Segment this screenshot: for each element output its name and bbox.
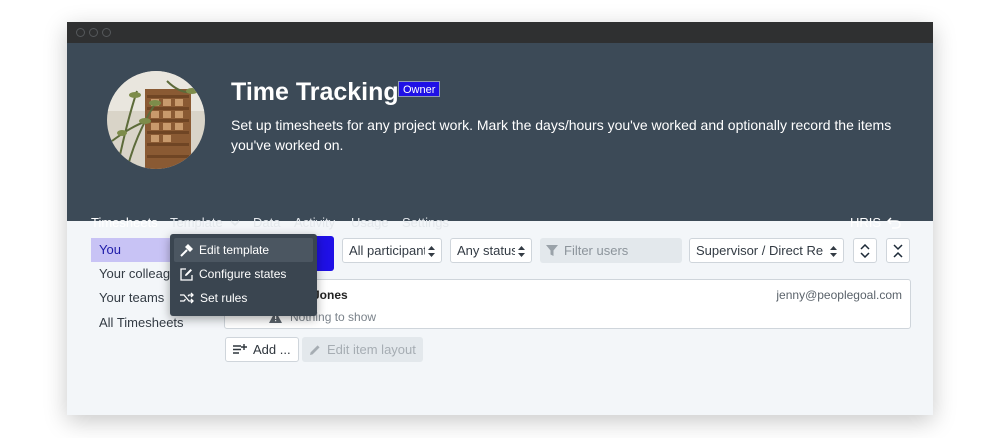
expand-all-button[interactable] bbox=[853, 238, 877, 263]
window-close-dot[interactable] bbox=[76, 28, 85, 37]
app-avatar-image bbox=[107, 71, 205, 169]
user-name: Jones bbox=[313, 288, 348, 302]
tab-template-label: Template bbox=[170, 215, 223, 230]
tab-data[interactable]: Data bbox=[253, 215, 280, 230]
select-arrows-icon bbox=[518, 246, 525, 257]
app-header: Time Tracking Owner Set up timesheets fo… bbox=[67, 43, 933, 242]
chevron-down-icon bbox=[230, 220, 240, 227]
hris-label: HRIS bbox=[849, 215, 881, 230]
user-email: jenny@peoplegoal.com bbox=[776, 288, 902, 302]
pencil-icon bbox=[310, 344, 320, 355]
add-list-icon bbox=[233, 344, 247, 354]
tab-activity[interactable]: Activity bbox=[294, 215, 335, 230]
tab-usage[interactable]: Usage bbox=[351, 215, 389, 230]
add-item-button[interactable]: Add ... bbox=[225, 337, 299, 362]
edit-item-layout-label: Edit item layout bbox=[327, 342, 416, 357]
collapse-all-button[interactable] bbox=[886, 238, 910, 263]
select-arrows-icon bbox=[428, 246, 435, 257]
return-arrow-icon bbox=[887, 217, 901, 229]
shuffle-icon bbox=[180, 292, 194, 304]
menu-item-label: Set rules bbox=[200, 291, 248, 305]
relationship-select[interactable]: Supervisor / Direct Reports bbox=[689, 238, 844, 263]
menu-item-label: Configure states bbox=[199, 267, 287, 281]
sidebar-item-colleagues[interactable]: Your colleagues bbox=[91, 262, 171, 286]
tab-settings[interactable]: Settings bbox=[402, 215, 449, 230]
edit-square-icon bbox=[180, 267, 193, 281]
menu-item-label: Edit template bbox=[199, 243, 270, 257]
tab-timesheets[interactable]: Timesheets bbox=[91, 215, 158, 230]
template-dropdown-menu: Edit template Configure states Set rules bbox=[170, 234, 317, 316]
menu-item-edit-template[interactable]: Edit template bbox=[174, 238, 313, 262]
relationship-select-value: Supervisor / Direct Reports bbox=[696, 243, 824, 258]
menu-item-configure-states[interactable]: Configure states bbox=[174, 262, 313, 286]
select-arrows-icon bbox=[830, 246, 837, 257]
filter-icon bbox=[546, 244, 558, 256]
tab-template[interactable]: Template bbox=[170, 215, 240, 230]
filter-users-input[interactable] bbox=[564, 243, 674, 258]
participants-select-value: All participants bbox=[349, 243, 425, 258]
app-window: Time Tracking Owner Set up timesheets fo… bbox=[67, 22, 933, 415]
filter-users-field[interactable] bbox=[540, 238, 682, 263]
participants-select[interactable]: All participants bbox=[342, 238, 442, 263]
owner-badge: Owner bbox=[398, 81, 441, 97]
hammer-icon bbox=[180, 243, 193, 257]
window-minimize-dot[interactable] bbox=[89, 28, 98, 37]
add-item-label: Add ... bbox=[253, 342, 291, 357]
hris-link[interactable]: HRIS bbox=[850, 215, 901, 230]
edit-item-layout-button[interactable]: Edit item layout bbox=[302, 337, 423, 362]
status-select[interactable]: Any status bbox=[450, 238, 532, 263]
expand-icon bbox=[860, 243, 870, 258]
page-title: Time Tracking bbox=[231, 78, 399, 106]
window-zoom-dot[interactable] bbox=[102, 28, 111, 37]
sidebar-item-teams[interactable]: Your teams bbox=[91, 286, 171, 310]
user-timesheet-card: Jones jenny@peoplegoal.com Nothing to sh… bbox=[224, 279, 911, 329]
page-description: Set up timesheets for any project work. … bbox=[231, 117, 892, 153]
status-select-value: Any status bbox=[457, 243, 515, 258]
menu-item-set-rules[interactable]: Set rules bbox=[174, 286, 313, 310]
collapse-icon bbox=[893, 243, 903, 258]
window-titlebar bbox=[67, 22, 933, 43]
sidebar-item-you[interactable]: You bbox=[91, 238, 171, 262]
